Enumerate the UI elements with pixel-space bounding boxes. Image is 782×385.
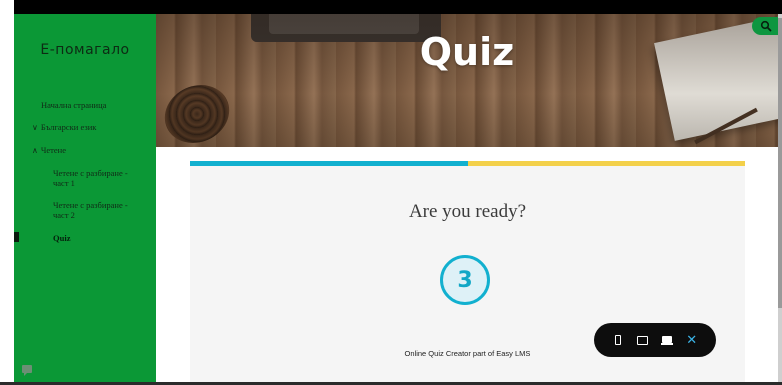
close-icon: ✕	[686, 332, 698, 348]
phone-icon	[615, 335, 622, 345]
sidebar-item-label: Начална страница	[41, 100, 107, 110]
search-icon	[760, 20, 772, 32]
scrollbar-thumb[interactable]	[778, 18, 782, 308]
tablet-icon	[637, 335, 649, 345]
site-brand[interactable]: Е-помагало	[14, 42, 156, 58]
sidebar-item-label: Четене с разбиране - част 1	[53, 168, 128, 188]
scrollbar[interactable]	[778, 14, 782, 385]
sidebar-item-home[interactable]: Начална страница	[41, 100, 106, 110]
sidebar-item-label: Четене с разбиране - част 2	[53, 200, 128, 220]
sidebar-item-reading-part-2[interactable]: Четене с разбиране - част 2	[53, 200, 145, 220]
sidebar-item-reading[interactable]: ∧ Четене	[32, 145, 66, 156]
window-left-border	[0, 0, 14, 385]
search-button[interactable]	[752, 17, 778, 35]
progress-bar-right	[468, 161, 745, 166]
chevron-up-icon: ∧	[32, 146, 38, 155]
window-top-border	[0, 0, 782, 14]
close-button[interactable]: ✕	[683, 331, 701, 349]
progress-bar-left	[190, 161, 468, 166]
chevron-down-icon: ∨	[32, 123, 38, 132]
sidebar-item-label: Четене	[40, 145, 66, 155]
active-item-marker	[14, 232, 19, 242]
sidebar: Е-помагало Начална страница ∨ Български е…	[14, 14, 156, 382]
laptop-icon	[661, 335, 674, 345]
hero-banner: Quiz	[156, 14, 778, 147]
chat-icon[interactable]	[22, 365, 32, 376]
quiz-heading: Are you ready?	[408, 201, 527, 222]
sidebar-item-label: Quiz	[53, 233, 71, 243]
tablet-view-button[interactable]	[634, 331, 652, 349]
sidebar-item-quiz[interactable]: Quiz	[53, 233, 70, 243]
countdown-badge: 3	[440, 255, 490, 305]
laptop-view-button[interactable]	[658, 331, 676, 349]
sidebar-item-label: Български език	[40, 122, 97, 132]
sidebar-item-reading-part-1[interactable]: Четене с разбиране - част 1	[53, 168, 145, 188]
page-title: Quiz	[419, 30, 515, 74]
device-preview-toolbar: ✕	[594, 323, 716, 357]
phone-view-button[interactable]	[609, 331, 627, 349]
sidebar-item-bulgarian[interactable]: ∨ Български език	[32, 122, 96, 133]
